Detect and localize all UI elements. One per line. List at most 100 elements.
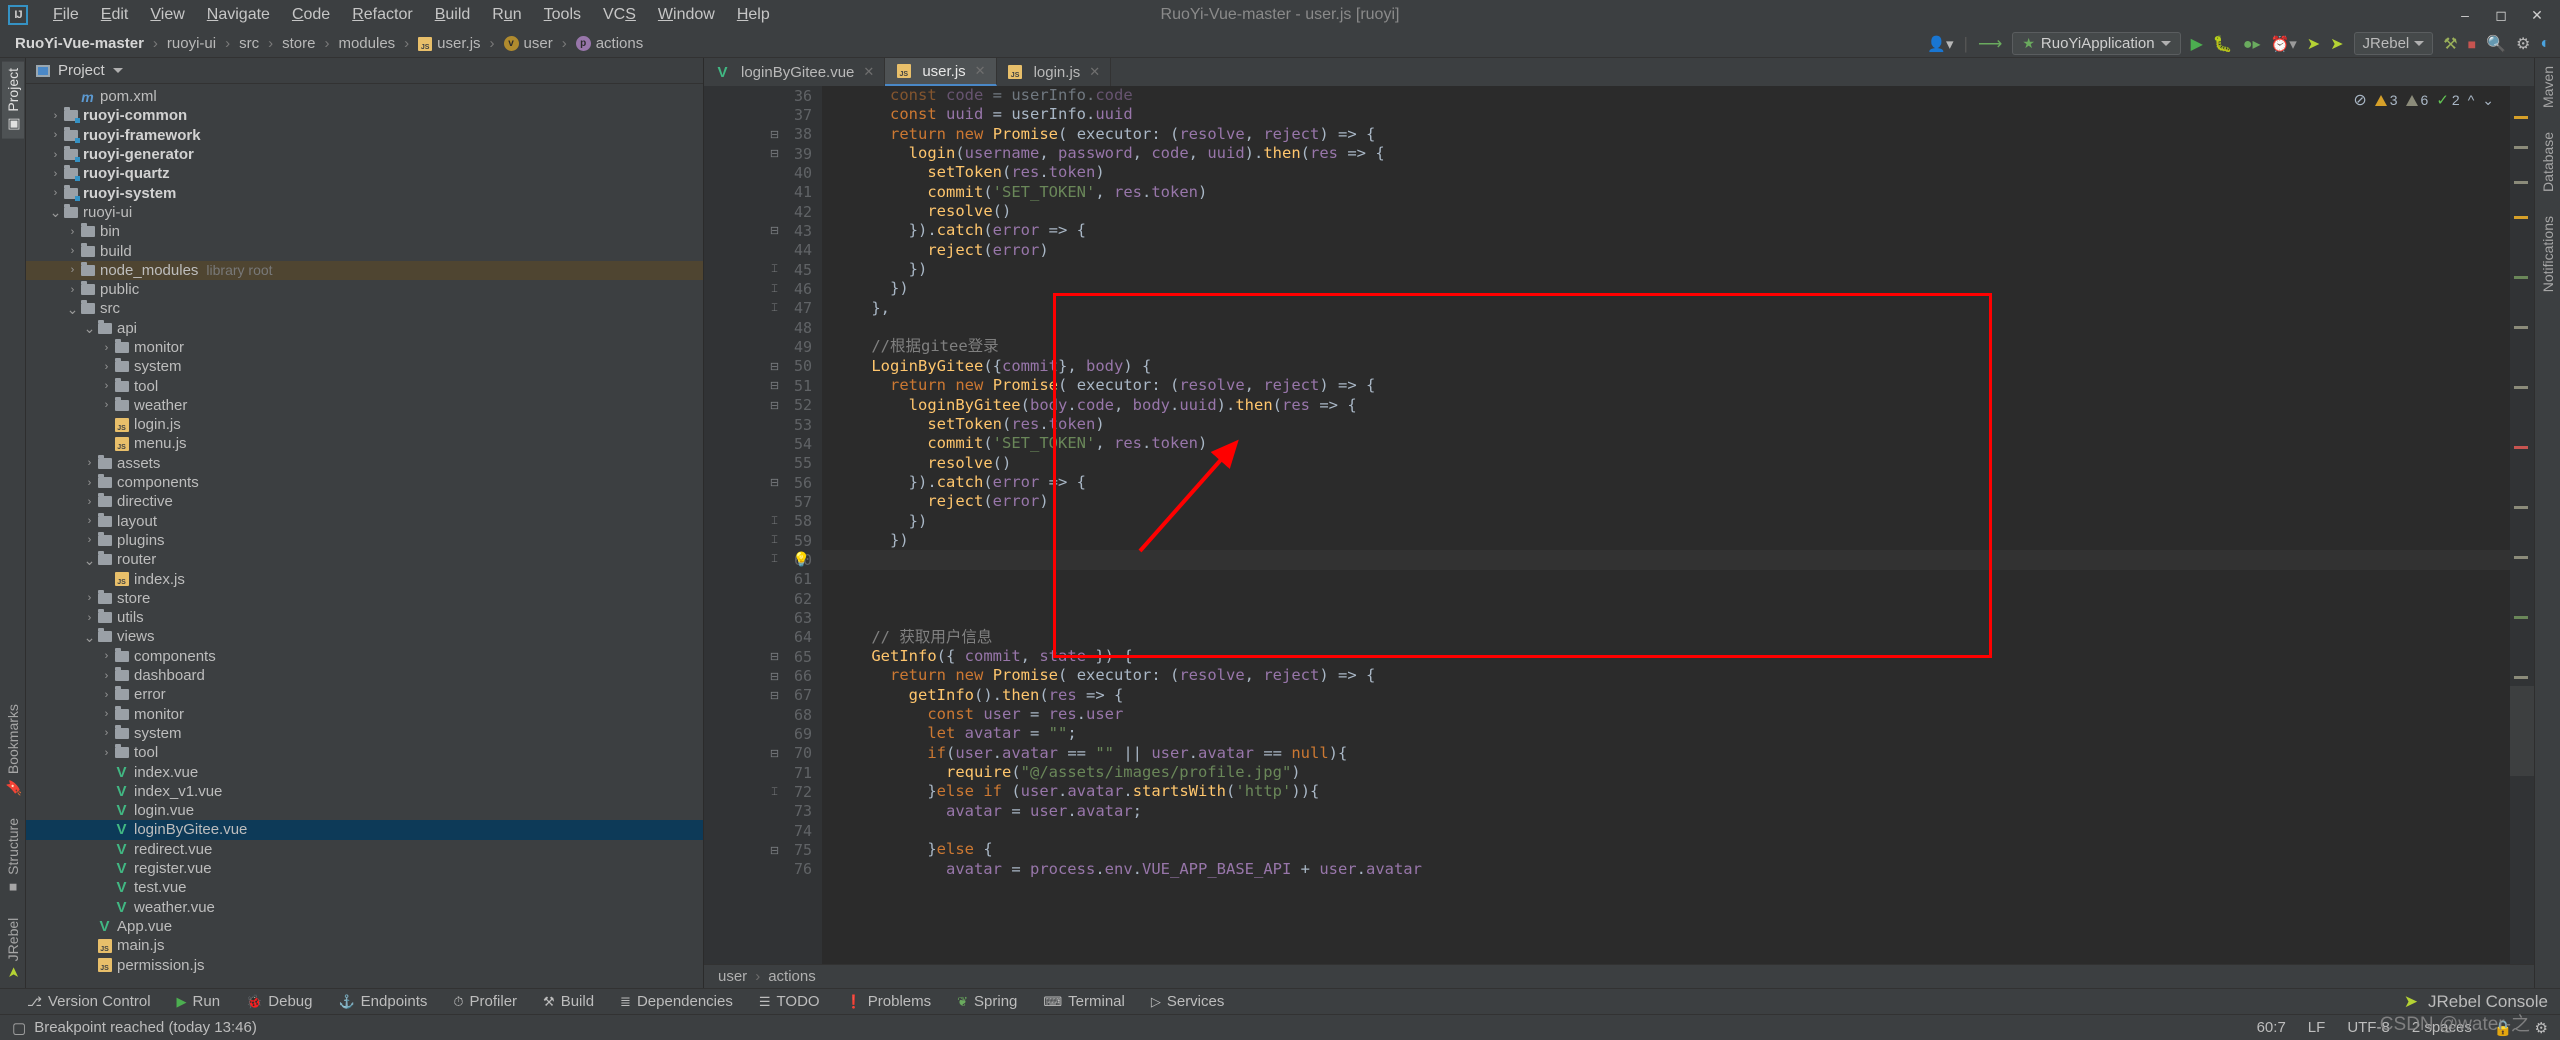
code-line[interactable]: }).catch(error => { <box>822 473 2510 492</box>
tree-item-store[interactable]: › store <box>26 589 703 608</box>
jrebel-selector[interactable]: JRebel <box>2353 32 2434 55</box>
breadcrumb-item-modules[interactable]: modules <box>335 35 398 52</box>
tree-item-index-js[interactable]: index.js <box>26 569 703 588</box>
minimize-icon[interactable]: – <box>2448 2 2482 28</box>
menu-tools[interactable]: Tools <box>533 4 592 26</box>
intention-bulb-icon[interactable]: 💡 <box>793 551 810 568</box>
gutter-line[interactable]: 47 <box>704 299 822 318</box>
fold-end-icon[interactable]: ⌶ <box>769 302 780 315</box>
updating-icon[interactable]: ⟶ <box>1978 34 2002 54</box>
chevron-up-icon[interactable]: ^ <box>2468 92 2475 108</box>
tool-window-services[interactable]: ▷ Services <box>1138 993 1238 1010</box>
code-line[interactable]: let avatar = ""; <box>822 724 2510 743</box>
fold-end-icon[interactable]: ⌶ <box>769 553 780 566</box>
fold-end-icon[interactable]: ⌶ <box>769 534 780 547</box>
fold-end-icon[interactable]: ⌶ <box>769 786 780 799</box>
fold-collapse-icon[interactable]: ⊟ <box>769 224 780 237</box>
menu-vcs[interactable]: VCS <box>592 4 647 26</box>
jrebel-debug-icon[interactable]: ➤ <box>2330 34 2343 54</box>
build-icon[interactable]: ⚒ <box>2443 34 2457 54</box>
analysis-marker[interactable] <box>2514 276 2528 279</box>
tree-item-login-js[interactable]: login.js <box>26 415 703 434</box>
chevron-right-icon[interactable]: › <box>100 342 113 354</box>
code-line[interactable]: // 获取用户信息 <box>822 628 2510 647</box>
menu-help[interactable]: Help <box>726 4 781 26</box>
chevron-right-icon[interactable]: › <box>100 689 113 701</box>
tool-window-structure[interactable]: ■ Structure <box>5 818 21 896</box>
code-line[interactable]: }) <box>822 512 2510 531</box>
menu-window[interactable]: Window <box>647 4 726 26</box>
error-count-chip[interactable]: 3 <box>2374 92 2398 108</box>
gutter-line[interactable]: 70 <box>704 744 822 763</box>
tree-item-plugins[interactable]: › plugins <box>26 531 703 550</box>
code-line[interactable]: resolve() <box>822 202 2510 221</box>
chevron-down-icon[interactable]: ⌄ <box>83 630 96 644</box>
gutter-line[interactable]: 38 <box>704 125 822 144</box>
chevron-down-icon[interactable]: ⌄ <box>66 302 79 316</box>
gutter-line[interactable]: 64 <box>704 628 822 647</box>
tree-item-permission-js[interactable]: permission.js <box>26 955 703 974</box>
gutter-line[interactable]: 43 <box>704 221 822 240</box>
menu-build[interactable]: Build <box>424 4 482 26</box>
chevron-down-icon[interactable]: ⌄ <box>2482 92 2494 109</box>
tool-window-build[interactable]: ⚒ Build <box>530 993 607 1010</box>
tool-window-version-control[interactable]: ⎇ Version Control <box>14 993 164 1010</box>
chevron-down-icon[interactable]: ⌄ <box>83 321 96 335</box>
gutter-line[interactable]: 59 <box>704 531 822 550</box>
analysis-marker[interactable] <box>2514 216 2528 219</box>
gutter-line[interactable]: 75 <box>704 840 822 859</box>
tree-item-loginbygitee-vue[interactable]: VloginByGitee.vue <box>26 820 703 840</box>
tree-item-index-v1-vue[interactable]: Vindex_v1.vue <box>26 782 703 801</box>
maximize-icon[interactable]: ◻ <box>2484 2 2518 28</box>
fold-collapse-icon[interactable]: ⊟ <box>769 689 780 702</box>
code-line[interactable]: if(user.avatar == "" || user.avatar == n… <box>822 744 2510 763</box>
analysis-marker[interactable] <box>2514 446 2528 449</box>
gutter-line[interactable]: 71 <box>704 763 822 782</box>
gutter-line[interactable]: 69 <box>704 724 822 743</box>
gutter-line[interactable]: 54 <box>704 434 822 453</box>
fold-collapse-icon[interactable]: ⊟ <box>769 399 780 412</box>
gutter-line[interactable]: 46 <box>704 279 822 298</box>
gutter-line[interactable]: 44 <box>704 241 822 260</box>
chevron-right-icon[interactable]: › <box>66 245 79 257</box>
code-line[interactable] <box>822 821 2510 840</box>
tree-item-menu-js[interactable]: menu.js <box>26 434 703 453</box>
chevron-right-icon[interactable]: › <box>100 380 113 392</box>
gutter-line[interactable]: 40 <box>704 163 822 182</box>
tree-item-build[interactable]: › build <box>26 241 703 260</box>
gutter-line[interactable]: 73 <box>704 802 822 821</box>
gutter-line[interactable]: 65 <box>704 647 822 666</box>
inspection-eye-off-icon[interactable]: ⊘ <box>2353 90 2366 110</box>
code-line[interactable]: commit('SET_TOKEN', res.token) <box>822 434 2510 453</box>
fold-collapse-icon[interactable]: ⊟ <box>769 844 780 857</box>
analysis-marker[interactable] <box>2514 616 2528 619</box>
analysis-marker[interactable] <box>2514 506 2528 509</box>
tool-window-maven[interactable]: Maven <box>2540 66 2556 108</box>
tool-window-jrebel[interactable]: ➤ JRebel <box>5 918 21 978</box>
chevron-down-icon[interactable] <box>112 68 123 73</box>
chevron-right-icon[interactable]: › <box>83 612 96 624</box>
run-icon[interactable]: ▶ <box>2191 34 2203 54</box>
tree-item-components[interactable]: › components <box>26 647 703 666</box>
gutter-line[interactable]: 72 <box>704 782 822 801</box>
tree-item-ruoyi-quartz[interactable]: › ruoyi-quartz <box>26 164 703 183</box>
code-line[interactable]: commit('SET_TOKEN', res.token) <box>822 183 2510 202</box>
code-line[interactable]: require("@/assets/images/profile.jpg") <box>822 763 2510 782</box>
tree-item-register-vue[interactable]: Vregister.vue <box>26 859 703 878</box>
tree-item-layout[interactable]: › layout <box>26 512 703 531</box>
fold-collapse-icon[interactable]: ⊟ <box>769 670 780 683</box>
chevron-right-icon[interactable]: › <box>83 534 96 546</box>
fold-collapse-icon[interactable]: ⊟ <box>769 147 780 160</box>
tree-item-tool[interactable]: › tool <box>26 743 703 762</box>
code-line[interactable]: return new Promise( executor: (resolve, … <box>822 666 2510 685</box>
code-line[interactable]: setToken(res.token) <box>822 415 2510 434</box>
tree-item-error[interactable]: › error <box>26 685 703 704</box>
gutter-line[interactable]: 76 <box>704 860 822 879</box>
tree-item-api[interactable]: ⌄ api <box>26 319 703 338</box>
code-line[interactable] <box>822 318 2510 337</box>
gutter-line[interactable]: 52 <box>704 396 822 415</box>
inspection-profile-icon[interactable]: ⚙ <box>2535 1019 2548 1037</box>
analysis-marker[interactable] <box>2514 326 2528 329</box>
code-line[interactable]: }) <box>822 260 2510 279</box>
code-line[interactable]: }) <box>822 279 2510 298</box>
